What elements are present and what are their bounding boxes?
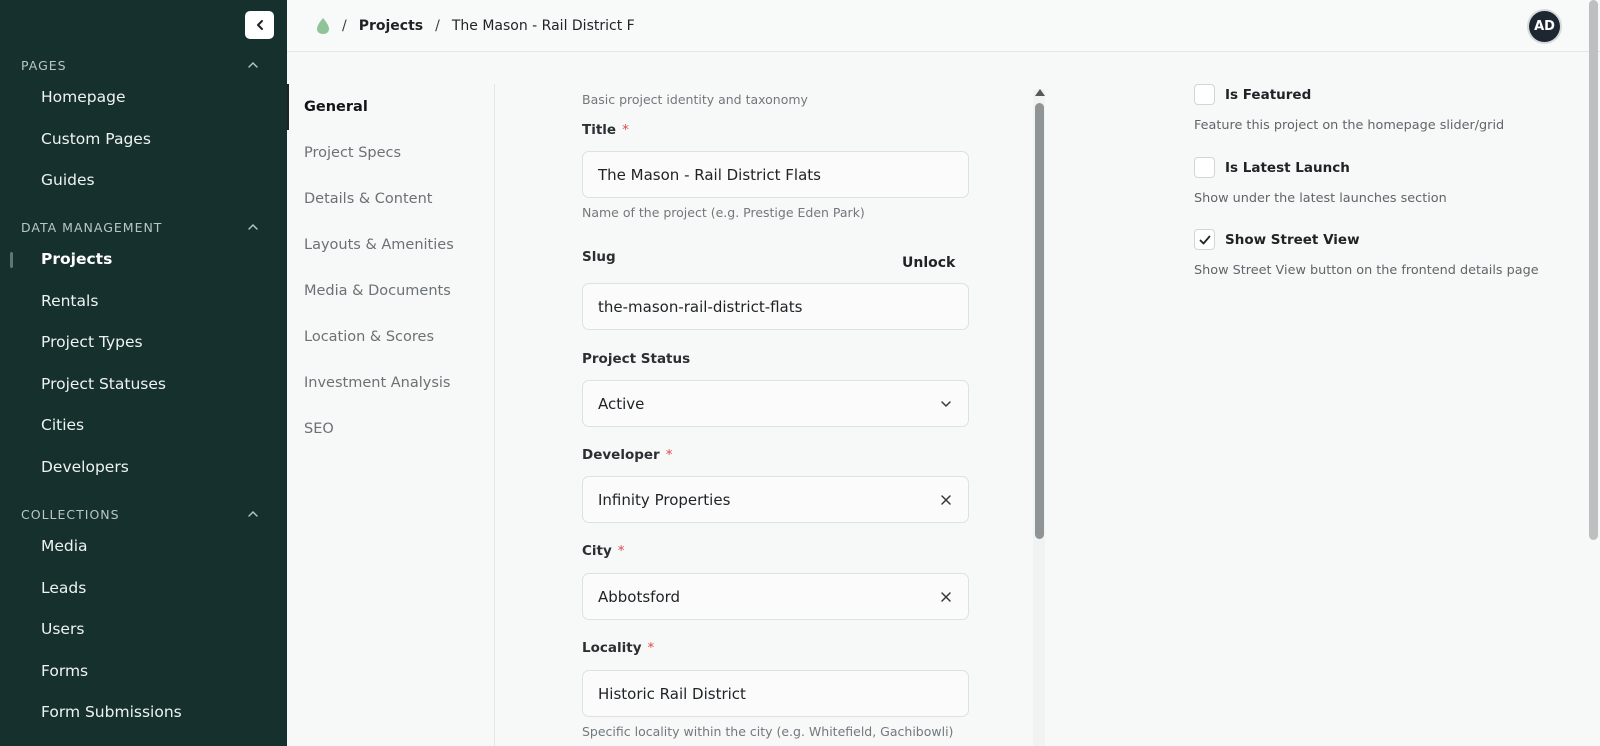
city-label: City * [582,543,625,559]
slug-input-value: the-mason-rail-district-flats [598,297,803,316]
tab-details-content[interactable]: Details & Content [287,176,494,222]
edit-tabs: General Project Specs Details & Content … [287,84,495,746]
leaf-logo-icon[interactable] [316,17,330,35]
form-scrollbar[interactable] [1033,89,1045,746]
sidebar-item-rentals[interactable]: Rentals [0,281,287,323]
form-scrollbar-thumb[interactable] [1035,103,1044,539]
option-is-featured: Is Featured Feature this project on the … [1194,84,1504,133]
locality-input-value: Historic Rail District [598,684,746,703]
sidebar-item-projects[interactable]: Projects [0,239,287,281]
project-status-select[interactable]: Active [582,380,969,427]
tab-layouts-amenities[interactable]: Layouts & Amenities [287,222,494,268]
tab-seo[interactable]: SEO [287,406,494,452]
city-value: Abbotsford [598,587,681,606]
title-input-value: The Mason - Rail District Flats [598,165,821,184]
chevron-left-icon [256,20,263,30]
tab-investment-analysis[interactable]: Investment Analysis [287,360,494,406]
breadcrumb-current: The Mason - Rail District F [451,17,635,34]
developer-value: Infinity Properties [598,490,731,509]
sidebar-item-media[interactable]: Media [0,526,287,568]
unlock-slug-button[interactable]: Unlock [902,255,955,271]
required-mark: * [665,447,673,463]
section-title: PAGES [21,57,67,73]
nav-section-data-management: DATA MANAGEMENT Projects Rentals Project… [0,217,287,489]
required-mark: * [647,640,655,656]
sidebar-item-users[interactable]: Users [0,609,287,651]
developer-select[interactable]: Infinity Properties [582,476,969,523]
clear-developer-icon[interactable] [939,493,953,507]
required-mark: * [617,543,625,559]
sidebar: PAGES Homepage Custom Pages Guides DATA … [0,0,287,746]
section-title: DATA MANAGEMENT [21,219,163,235]
breadcrumb-separator: / [435,17,440,34]
sidebar-item-developers[interactable]: Developers [0,447,287,489]
sidebar-item-cities[interactable]: Cities [0,405,287,447]
breadcrumb-projects-link[interactable]: Projects [359,18,423,34]
title-hint: Name of the project (e.g. Prestige Eden … [582,205,865,220]
title-input[interactable]: The Mason - Rail District Flats [582,151,969,198]
page-scrollbar-thumb[interactable] [1589,0,1598,540]
slug-label: Slug [582,249,616,265]
sidebar-item-homepage[interactable]: Homepage [0,77,287,119]
tab-media-documents[interactable]: Media & Documents [287,268,494,314]
option-show-street-view: Show Street View Show Street View button… [1194,229,1539,278]
option-label: Show Street View [1225,231,1360,248]
scroll-up-arrow-icon[interactable] [1035,89,1045,96]
title-label-text: Title [582,122,617,138]
status-label: Project Status [582,351,690,367]
status-label-text: Project Status [582,351,691,367]
sidebar-item-forms[interactable]: Forms [0,651,287,693]
option-description: Feature this project on the homepage sli… [1194,118,1505,133]
option-label: Is Featured [1225,86,1312,103]
breadcrumb-separator: / [342,17,347,34]
tab-location-scores[interactable]: Location & Scores [287,314,494,360]
sidebar-item-custom-pages[interactable]: Custom Pages [0,119,287,161]
avatar[interactable]: AD [1529,11,1560,42]
check-icon [1199,235,1210,244]
developer-label: Developer * [582,447,672,463]
is-latest-launch-checkbox[interactable] [1194,157,1215,178]
required-mark: * [622,122,629,138]
nav-section-collections: COLLECTIONS Media Leads Users Forms Form… [0,504,287,734]
nav-section-pages: PAGES Homepage Custom Pages Guides [0,55,287,202]
slug-input[interactable]: the-mason-rail-district-flats [582,283,969,330]
slug-label-text: Slug [582,249,616,265]
sidebar-item-form-submissions[interactable]: Form Submissions [0,692,287,734]
section-toggle-data-management[interactable]: DATA MANAGEMENT [0,217,287,237]
project-status-value: Active [598,394,645,413]
breadcrumb: / Projects / The Mason - Rail District F [316,17,635,35]
option-description: Show under the latest launches section [1194,191,1447,206]
collapse-sidebar-button[interactable] [245,11,274,39]
option-is-latest-launch: Is Latest Launch Show under the latest l… [1194,157,1447,206]
chevron-up-icon [248,224,258,230]
city-select[interactable]: Abbotsford [582,573,969,620]
locality-label-text: Locality [582,640,642,656]
sidebar-item-guides[interactable]: Guides [0,160,287,202]
section-hint: Basic project identity and taxonomy [582,92,808,107]
tab-general[interactable]: General [287,84,494,130]
sidebar-item-leads[interactable]: Leads [0,568,287,610]
sidebar-item-project-statuses[interactable]: Project Statuses [0,364,287,406]
show-street-view-checkbox[interactable] [1194,229,1215,250]
locality-hint: Specific locality within the city (e.g. … [582,724,954,739]
section-title: COLLECTIONS [21,506,120,522]
clear-city-icon[interactable] [939,590,953,604]
developer-label-text: Developer [582,447,660,463]
option-label: Is Latest Launch [1225,159,1350,176]
title-label: Title * [582,122,629,138]
tab-project-specs[interactable]: Project Specs [287,130,494,176]
chevron-up-icon [248,62,258,68]
city-label-text: City [582,543,612,559]
section-toggle-collections[interactable]: COLLECTIONS [0,504,287,524]
section-toggle-pages[interactable]: PAGES [0,55,287,75]
option-description: Show Street View button on the frontend … [1194,263,1539,278]
topbar: / Projects / The Mason - Rail District F… [287,0,1600,52]
is-featured-checkbox[interactable] [1194,84,1215,105]
chevron-up-icon [248,511,258,517]
chevron-down-icon [941,400,951,407]
locality-input[interactable]: Historic Rail District [582,670,969,717]
sidebar-item-project-types[interactable]: Project Types [0,322,287,364]
locality-label: Locality * [582,640,654,656]
